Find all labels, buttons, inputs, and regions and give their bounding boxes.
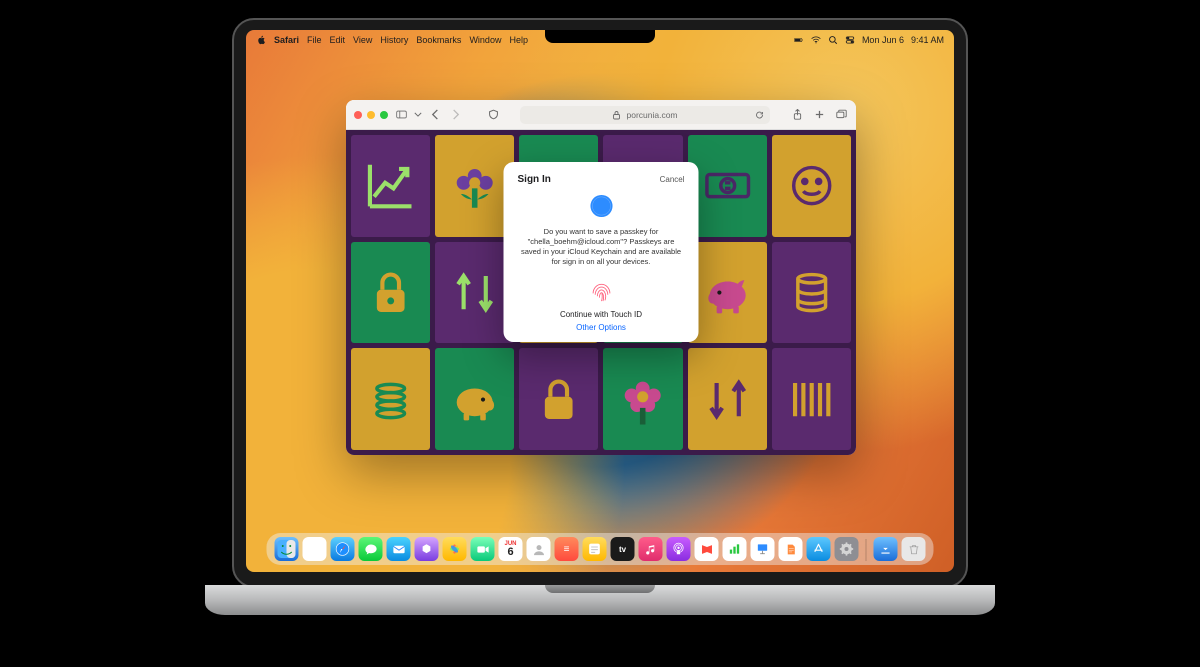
dock-pages[interactable]	[779, 537, 803, 561]
dock-keynote[interactable]	[751, 537, 775, 561]
tile-smiley	[772, 135, 851, 237]
tab-overview-icon[interactable]	[834, 108, 848, 122]
display-notch	[545, 30, 655, 43]
dock-podcasts[interactable]	[667, 537, 691, 561]
dock-photos[interactable]	[443, 537, 467, 561]
menu-view[interactable]: View	[353, 35, 372, 45]
tile-padlock	[351, 242, 430, 344]
tile-flower-2	[603, 348, 682, 450]
privacy-report-icon[interactable]	[486, 108, 500, 122]
menu-file[interactable]: File	[307, 35, 322, 45]
dock-reminders[interactable]: ≡	[555, 537, 579, 561]
menu-history[interactable]: History	[380, 35, 408, 45]
dock-trash[interactable]	[902, 537, 926, 561]
battery-icon[interactable]	[794, 35, 804, 45]
search-icon[interactable]	[828, 35, 838, 45]
dock-safari[interactable]	[331, 537, 355, 561]
tile-arrows	[435, 242, 514, 344]
tile-piggy-2	[435, 348, 514, 450]
dock-separator	[866, 539, 867, 561]
minimize-window-button[interactable]	[367, 111, 375, 119]
dock-messages[interactable]	[359, 537, 383, 561]
dock-podcasts-1[interactable]: ⬢	[415, 537, 439, 561]
address-bar[interactable]: porcunia.com	[520, 106, 770, 124]
app-name[interactable]: Safari	[274, 35, 299, 45]
control-center-icon[interactable]	[845, 35, 855, 45]
apple-menu-icon[interactable]	[256, 35, 266, 45]
dock-appstore[interactable]	[807, 537, 831, 561]
menubar-date[interactable]: Mon Jun 6	[862, 35, 904, 45]
tile-padlock-2	[519, 348, 598, 450]
dock-mail[interactable]	[387, 537, 411, 561]
share-icon[interactable]	[790, 108, 804, 122]
tile-piggy	[688, 242, 767, 344]
tile-chart	[351, 135, 430, 237]
dialog-body-text: Do you want to save a passkey for "chell…	[518, 227, 685, 268]
tile-cylinder	[772, 242, 851, 344]
tile-stripes	[772, 348, 851, 450]
dock: ⬢ JUN6 ≡ tv	[267, 533, 934, 565]
safari-window: porcunia.com	[346, 100, 856, 455]
dock-contacts[interactable]	[527, 537, 551, 561]
menubar-time[interactable]: 9:41 AM	[911, 35, 944, 45]
touch-id-icon[interactable]	[587, 278, 615, 306]
menu-edit[interactable]: Edit	[330, 35, 346, 45]
menu-window[interactable]: Window	[469, 35, 501, 45]
dock-launchpad[interactable]	[303, 537, 327, 561]
laptop-base	[205, 585, 995, 615]
laptop-frame: Safari File Edit View History Bookmarks …	[232, 18, 968, 588]
dialog-title: Sign In	[518, 174, 551, 185]
dock-numbers[interactable]	[723, 537, 747, 561]
dock-finder[interactable]	[275, 537, 299, 561]
dock-calendar[interactable]: JUN6	[499, 537, 523, 561]
tile-arrows-2	[688, 348, 767, 450]
tile-flower	[435, 135, 514, 237]
chevron-down-icon[interactable]	[414, 108, 422, 122]
dock-tv[interactable]: tv	[611, 537, 635, 561]
back-button[interactable]	[428, 108, 442, 122]
zoom-window-button[interactable]	[380, 111, 388, 119]
forward-button[interactable]	[448, 108, 462, 122]
tile-coins-3	[351, 348, 430, 450]
dock-news[interactable]	[695, 537, 719, 561]
lock-icon	[612, 110, 621, 119]
new-tab-icon[interactable]	[812, 108, 826, 122]
passkey-save-dialog: Sign In Cancel Do you want to save a pas…	[504, 162, 699, 342]
continue-touch-id-label: Continue with Touch ID	[518, 310, 685, 319]
safari-compass-icon	[588, 193, 614, 219]
safari-toolbar: porcunia.com	[346, 100, 856, 130]
url-text: porcunia.com	[626, 110, 677, 120]
laptop-base-notch	[545, 585, 655, 593]
dock-notes[interactable]	[583, 537, 607, 561]
laptop-bezel: Safari File Edit View History Bookmarks …	[232, 18, 968, 588]
menu-help[interactable]: Help	[509, 35, 528, 45]
dock-settings[interactable]	[835, 537, 859, 561]
cancel-button[interactable]: Cancel	[660, 175, 685, 184]
sidebar-toggle-icon[interactable]	[394, 108, 408, 122]
dock-facetime[interactable]	[471, 537, 495, 561]
macos-desktop: Safari File Edit View History Bookmarks …	[246, 30, 954, 572]
dock-downloads[interactable]	[874, 537, 898, 561]
cal-day: 6	[507, 547, 513, 558]
reload-icon[interactable]	[755, 110, 764, 119]
wifi-icon[interactable]	[811, 35, 821, 45]
close-window-button[interactable]	[354, 111, 362, 119]
menu-bookmarks[interactable]: Bookmarks	[416, 35, 461, 45]
window-controls	[354, 111, 388, 119]
other-options-link[interactable]: Other Options	[518, 323, 685, 332]
tile-bill	[688, 135, 767, 237]
dock-music[interactable]	[639, 537, 663, 561]
